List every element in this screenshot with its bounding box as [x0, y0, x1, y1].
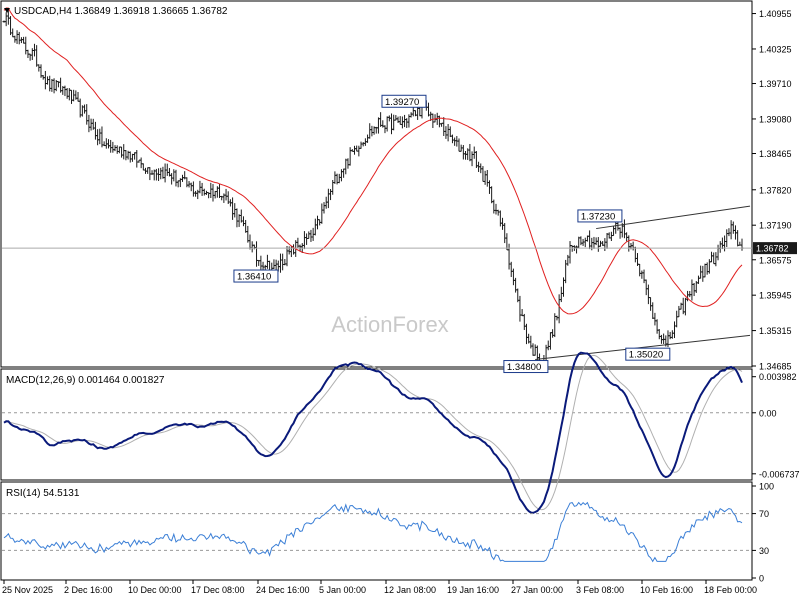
- price-tick-label: 1.40955: [759, 9, 792, 19]
- x-tick-label: 5 Jan 00:00: [319, 585, 366, 595]
- price-tick-label: 1.39710: [759, 79, 792, 89]
- x-tick-label: 25 Nov 2025: [2, 585, 53, 595]
- macd-tick-label: 0.00: [759, 408, 777, 418]
- x-tick-label: 18 Feb 00:00: [704, 585, 757, 595]
- rsi-tick-label: 0: [759, 574, 764, 584]
- chart-background: [0, 0, 800, 600]
- price-tick-label: 1.40325: [759, 44, 792, 54]
- macd-tick-label: 0.003982: [759, 372, 797, 382]
- macd-label: MACD(12,26,9) 0.001464 0.001827: [6, 375, 165, 386]
- price-annotation-label: 1.37230: [581, 211, 615, 222]
- price-tick-label: 1.37820: [759, 185, 792, 195]
- price-tick-label: 1.37190: [759, 221, 792, 231]
- rsi-label: RSI(14) 54.5131: [6, 488, 80, 499]
- price-tick-label: 1.35315: [759, 326, 792, 336]
- chart: ActionForex 0.003982 0.00 -0.006737 100 70 3…: [0, 0, 800, 600]
- rsi-tick-label: 100: [759, 482, 774, 492]
- x-tick-label: 24 Dec 16:00: [256, 585, 310, 595]
- price-tick-label: 1.34685: [759, 362, 792, 372]
- x-tick-label: 19 Jan 16:00: [447, 585, 499, 595]
- x-tick-label: 27 Jan 00:00: [511, 585, 563, 595]
- price-tick-label: 1.39080: [759, 114, 792, 124]
- price-annotation-label: 1.36410: [237, 272, 271, 283]
- x-tick-label: 10 Dec 00:00: [128, 585, 182, 595]
- price-annotation-label: 1.39270: [385, 97, 419, 108]
- price-tick-label: 1.38465: [759, 149, 792, 159]
- price-tick-label: 1.36575: [759, 255, 792, 265]
- x-tick-label: 10 Feb 16:00: [640, 585, 693, 595]
- symbol-header: USDCAD,H4 1.36849 1.36918 1.36665 1.3678…: [14, 6, 228, 17]
- x-tick-label: 17 Dec 08:00: [191, 585, 245, 595]
- price-annotation-label: 1.34800: [507, 362, 541, 373]
- x-tick-label: 2 Dec 16:00: [64, 585, 113, 595]
- watermark: ActionForex: [331, 312, 448, 337]
- price-annotation-label: 1.35020: [629, 350, 663, 361]
- current-price-label: 1.36782: [756, 244, 789, 254]
- macd-tick-label: -0.006737: [759, 469, 800, 479]
- rsi-tick-label: 30: [759, 546, 769, 556]
- x-tick-label: 3 Feb 08:00: [576, 585, 624, 595]
- price-tick-label: 1.35945: [759, 291, 792, 301]
- rsi-tick-label: 70: [759, 509, 769, 519]
- x-tick-label: 12 Jan 08:00: [384, 585, 436, 595]
